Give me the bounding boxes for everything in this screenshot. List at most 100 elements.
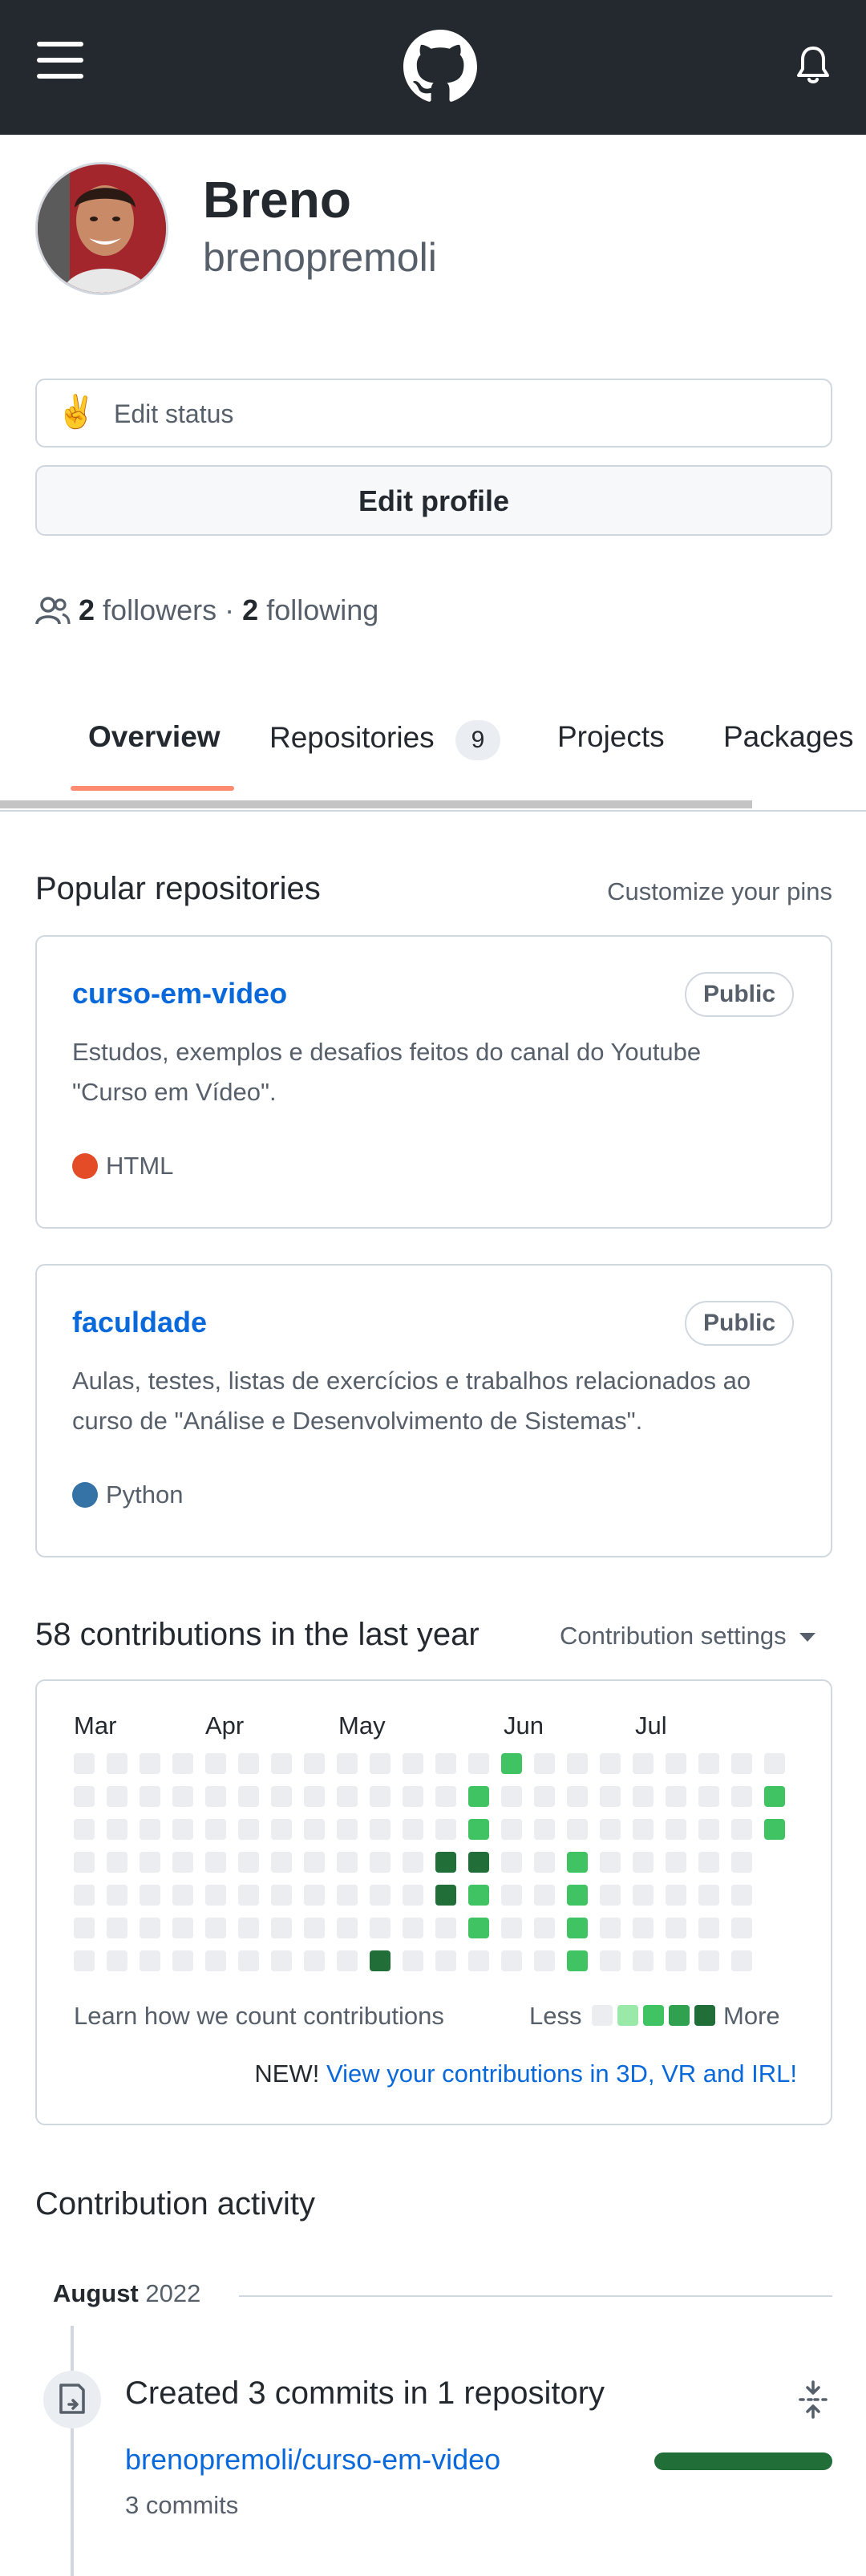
tab-overview[interactable]: Overview <box>88 720 221 754</box>
contribution-day-cell[interactable] <box>468 1950 489 1971</box>
contribution-day-cell[interactable] <box>107 1753 127 1774</box>
contribution-day-cell[interactable] <box>731 1885 752 1906</box>
contribution-day-cell[interactable] <box>403 1852 423 1873</box>
contribution-day-cell[interactable] <box>337 1950 358 1971</box>
contribution-day-cell[interactable] <box>107 1950 127 1971</box>
contribution-day-cell[interactable] <box>468 1819 489 1840</box>
contribution-day-cell[interactable] <box>140 1918 160 1938</box>
contribution-day-cell[interactable] <box>337 1753 358 1774</box>
contribution-day-cell[interactable] <box>731 1852 752 1873</box>
contribution-day-cell[interactable] <box>731 1819 752 1840</box>
repo-name-link[interactable]: curso-em-video <box>72 977 287 1011</box>
contribution-day-cell[interactable] <box>74 1918 95 1938</box>
contribution-day-cell[interactable] <box>271 1885 292 1906</box>
contribution-day-cell[interactable] <box>435 1819 456 1840</box>
contribution-day-cell[interactable] <box>600 1852 621 1873</box>
edit-status-button[interactable]: ✌️ Edit status <box>35 379 832 448</box>
contribution-day-cell[interactable] <box>337 1786 358 1807</box>
contribution-day-cell[interactable] <box>337 1918 358 1938</box>
contribution-day-cell[interactable] <box>534 1918 555 1938</box>
contribution-day-cell[interactable] <box>633 1753 654 1774</box>
contribution-day-cell[interactable] <box>698 1950 719 1971</box>
contribution-day-cell[interactable] <box>633 1950 654 1971</box>
contribution-day-cell[interactable] <box>107 1786 127 1807</box>
contribution-day-cell[interactable] <box>468 1918 489 1938</box>
contribution-day-cell[interactable] <box>304 1852 325 1873</box>
contribution-day-cell[interactable] <box>140 1819 160 1840</box>
contribution-day-cell[interactable] <box>698 1918 719 1938</box>
contribution-day-cell[interactable] <box>205 1950 226 1971</box>
contribution-day-cell[interactable] <box>304 1753 325 1774</box>
contribution-day-cell[interactable] <box>172 1819 193 1840</box>
contribution-day-cell[interactable] <box>468 1885 489 1906</box>
contribution-day-cell[interactable] <box>370 1753 391 1774</box>
contribution-day-cell[interactable] <box>600 1918 621 1938</box>
contribution-day-cell[interactable] <box>238 1786 259 1807</box>
contribution-day-cell[interactable] <box>600 1786 621 1807</box>
contribution-day-cell[interactable] <box>468 1852 489 1873</box>
contribution-day-cell[interactable] <box>534 1786 555 1807</box>
contribution-day-cell[interactable] <box>403 1786 423 1807</box>
contribution-day-cell[interactable] <box>666 1950 686 1971</box>
contribution-day-cell[interactable] <box>205 1885 226 1906</box>
contribution-day-cell[interactable] <box>304 1950 325 1971</box>
contribution-day-cell[interactable] <box>534 1753 555 1774</box>
contribution-settings-dropdown[interactable]: Contribution settings <box>560 1622 816 1651</box>
contribution-day-cell[interactable] <box>271 1819 292 1840</box>
contribution-day-cell[interactable] <box>567 1819 588 1840</box>
contribution-day-cell[interactable] <box>74 1786 95 1807</box>
repo-name-link[interactable]: faculdade <box>72 1306 207 1339</box>
contribution-day-cell[interactable] <box>633 1852 654 1873</box>
contribution-day-cell[interactable] <box>698 1753 719 1774</box>
followers-link[interactable]: 2 followers <box>79 593 216 626</box>
contribution-day-cell[interactable] <box>74 1885 95 1906</box>
contribution-day-cell[interactable] <box>304 1786 325 1807</box>
avatar[interactable] <box>35 162 168 295</box>
contribution-day-cell[interactable] <box>74 1819 95 1840</box>
github-octocat-icon[interactable] <box>403 30 477 103</box>
contribution-day-cell[interactable] <box>205 1852 226 1873</box>
contribution-day-cell[interactable] <box>172 1786 193 1807</box>
tabs-scrollbar[interactable] <box>0 800 752 808</box>
activity-repo-link[interactable]: brenopremoli/curso-em-video <box>125 2443 500 2477</box>
contribution-day-cell[interactable] <box>140 1753 160 1774</box>
contribution-day-cell[interactable] <box>633 1819 654 1840</box>
contribution-day-cell[interactable] <box>435 1885 456 1906</box>
contribution-day-cell[interactable] <box>633 1786 654 1807</box>
contribution-day-cell[interactable] <box>74 1950 95 1971</box>
contribution-day-cell[interactable] <box>534 1950 555 1971</box>
contribution-day-cell[interactable] <box>698 1786 719 1807</box>
contribution-day-cell[interactable] <box>370 1918 391 1938</box>
contribution-day-cell[interactable] <box>271 1753 292 1774</box>
contribution-day-cell[interactable] <box>107 1852 127 1873</box>
contribution-day-cell[interactable] <box>600 1819 621 1840</box>
contribution-day-cell[interactable] <box>271 1950 292 1971</box>
contribution-day-cell[interactable] <box>698 1885 719 1906</box>
view-3d-contributions-link[interactable]: View your contributions in 3D, VR and IR… <box>326 2060 797 2088</box>
contribution-day-cell[interactable] <box>534 1852 555 1873</box>
contribution-day-cell[interactable] <box>205 1819 226 1840</box>
contribution-day-cell[interactable] <box>666 1885 686 1906</box>
contribution-day-cell[interactable] <box>370 1852 391 1873</box>
contribution-day-cell[interactable] <box>238 1819 259 1840</box>
contribution-day-cell[interactable] <box>205 1753 226 1774</box>
contribution-day-cell[interactable] <box>567 1753 588 1774</box>
contribution-day-cell[interactable] <box>140 1786 160 1807</box>
collapse-icon[interactable] <box>794 2379 832 2420</box>
contribution-day-cell[interactable] <box>633 1918 654 1938</box>
contribution-day-cell[interactable] <box>172 1753 193 1774</box>
contribution-day-cell[interactable] <box>501 1852 522 1873</box>
contribution-day-cell[interactable] <box>403 1950 423 1971</box>
contribution-day-cell[interactable] <box>468 1753 489 1774</box>
contribution-day-cell[interactable] <box>74 1753 95 1774</box>
contribution-day-cell[interactable] <box>534 1885 555 1906</box>
contribution-day-cell[interactable] <box>172 1918 193 1938</box>
contribution-day-cell[interactable] <box>107 1885 127 1906</box>
following-link[interactable]: 2 following <box>242 593 378 626</box>
contribution-day-cell[interactable] <box>304 1885 325 1906</box>
contribution-day-cell[interactable] <box>370 1786 391 1807</box>
contribution-day-cell[interactable] <box>172 1950 193 1971</box>
contribution-day-cell[interactable] <box>731 1786 752 1807</box>
contribution-day-cell[interactable] <box>403 1885 423 1906</box>
contribution-day-cell[interactable] <box>666 1852 686 1873</box>
